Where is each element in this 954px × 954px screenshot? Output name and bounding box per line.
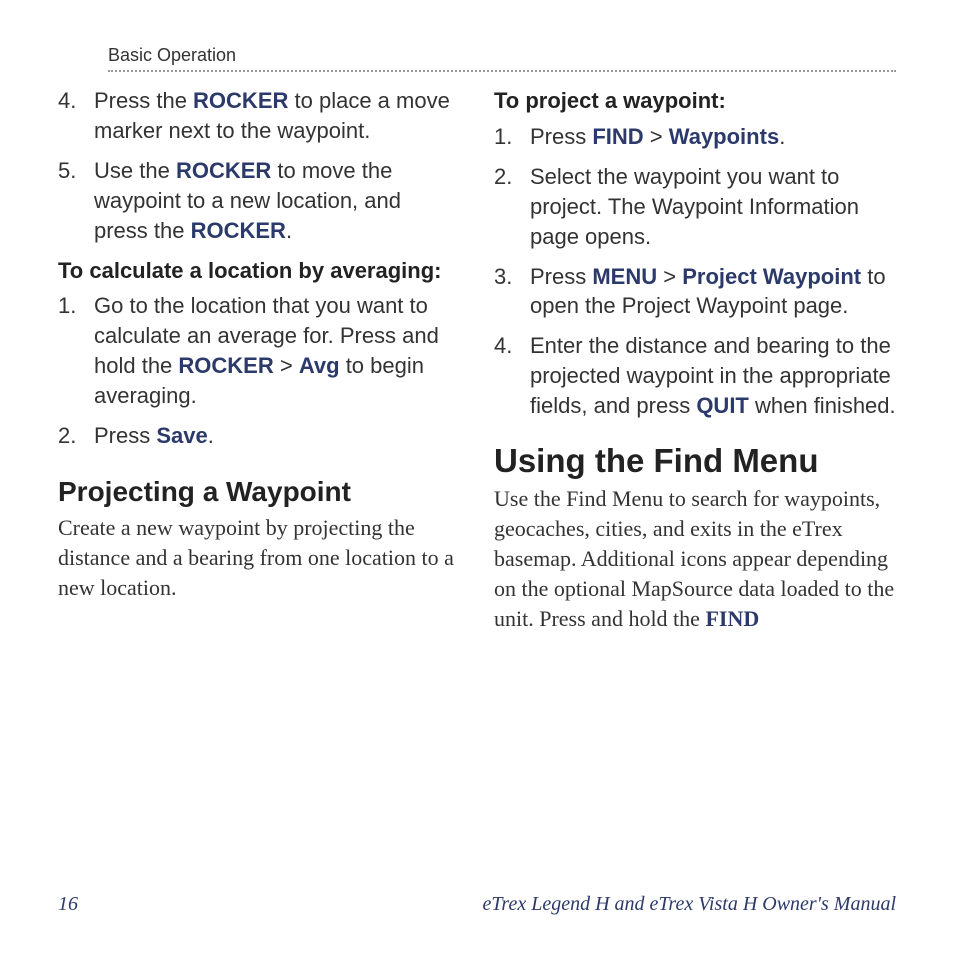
- keyword-find: FIND: [592, 124, 643, 149]
- step-number: 3.: [494, 262, 512, 292]
- list-item: 2. Select the waypoint you want to proje…: [494, 162, 896, 252]
- keyword-menu: MENU: [592, 264, 657, 289]
- list-item: 5. Use the ROCKER to move the waypoint t…: [58, 156, 460, 246]
- keyword-rocker: ROCKER: [191, 218, 286, 243]
- page-footer: 16 eTrex Legend H and eTrex Vista H Owne…: [58, 885, 896, 916]
- page: Basic Operation 4. Press the ROCKER to p…: [0, 0, 954, 954]
- keyword-rocker: ROCKER: [176, 158, 271, 183]
- running-header: Basic Operation: [108, 45, 896, 72]
- right-column: To project a waypoint: 1. Press FIND > W…: [494, 86, 896, 885]
- list-item: 4. Enter the distance and bearing to the…: [494, 331, 896, 421]
- heading-using-find-menu: Using the Find Menu: [494, 439, 896, 484]
- step-text: .: [286, 218, 292, 243]
- keyword-rocker: ROCKER: [193, 88, 288, 113]
- step-number: 1.: [494, 122, 512, 152]
- list-item: 4. Press the ROCKER to place a move mark…: [58, 86, 460, 146]
- keyword-save: Save: [156, 423, 207, 448]
- keyword-project-waypoint: Project Waypoint: [682, 264, 861, 289]
- step-number: 5.: [58, 156, 76, 186]
- step-text: .: [208, 423, 214, 448]
- step-number: 4.: [58, 86, 76, 116]
- subheading-to-project: To project a waypoint:: [494, 86, 896, 116]
- move-waypoint-steps: 4. Press the ROCKER to place a move mark…: [58, 86, 460, 246]
- step-number: 2.: [58, 421, 76, 451]
- body-text: Use the Find Menu to search for waypoint…: [494, 486, 894, 631]
- list-item: 3. Press MENU > Project Waypoint to open…: [494, 262, 896, 322]
- step-text: Press: [530, 264, 592, 289]
- page-number: 16: [58, 893, 78, 916]
- separator: >: [644, 124, 669, 149]
- projecting-body: Create a new waypoint by projecting the …: [58, 513, 460, 603]
- step-text: Press: [94, 423, 156, 448]
- keyword-find: FIND: [705, 606, 759, 631]
- step-text: .: [779, 124, 785, 149]
- step-text: when finished.: [749, 393, 896, 418]
- content-columns: 4. Press the ROCKER to place a move mark…: [58, 86, 896, 885]
- subheading-calc-avg: To calculate a location by averaging:: [58, 256, 460, 286]
- step-number: 2.: [494, 162, 512, 192]
- step-text: Select the waypoint you want to project.…: [530, 164, 859, 249]
- keyword-avg: Avg: [299, 353, 340, 378]
- list-item: 2. Press Save.: [58, 421, 460, 451]
- left-column: 4. Press the ROCKER to place a move mark…: [58, 86, 460, 885]
- keyword-quit: QUIT: [696, 393, 749, 418]
- avg-steps: 1. Go to the location that you want to c…: [58, 291, 460, 451]
- list-item: 1. Press FIND > Waypoints.: [494, 122, 896, 152]
- list-item: 1. Go to the location that you want to c…: [58, 291, 460, 411]
- step-text: Press: [530, 124, 592, 149]
- keyword-waypoints: Waypoints: [669, 124, 779, 149]
- keyword-rocker: ROCKER: [178, 353, 273, 378]
- step-number: 1.: [58, 291, 76, 321]
- step-text: Use the: [94, 158, 176, 183]
- separator: >: [274, 353, 299, 378]
- separator: >: [657, 264, 682, 289]
- step-number: 4.: [494, 331, 512, 361]
- project-steps: 1. Press FIND > Waypoints. 2. Select the…: [494, 122, 896, 421]
- find-menu-body: Use the Find Menu to search for waypoint…: [494, 484, 896, 634]
- manual-title: eTrex Legend H and eTrex Vista H Owner's…: [483, 893, 897, 916]
- step-text: Press the: [94, 88, 193, 113]
- heading-projecting-waypoint: Projecting a Waypoint: [58, 473, 460, 511]
